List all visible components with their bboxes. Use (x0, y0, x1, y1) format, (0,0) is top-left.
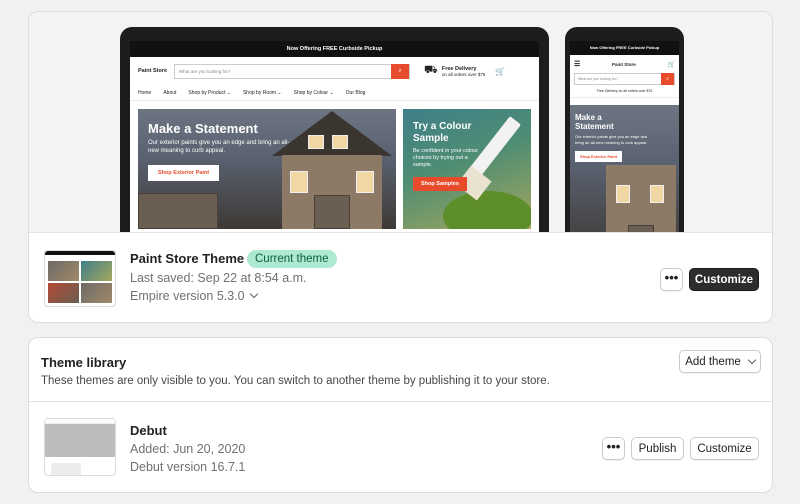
hero-main-body: Our exterior paints give you an edge and… (148, 140, 290, 154)
theme-library-description: These themes are only visible to you. Yo… (41, 375, 550, 387)
current-theme-version: Empire version 5.3.0 (130, 289, 245, 303)
add-theme-button[interactable]: Add theme (679, 350, 761, 373)
store-search-placeholder: What are you looking for? (179, 68, 231, 74)
library-theme-added: Added: Jun 20, 2020 (130, 442, 246, 456)
current-theme-badge: Current theme (247, 250, 337, 268)
mobile-search-icon: ⌕ (661, 73, 674, 85)
mobile-preview-frame: Now Offering FREE Curbside Pickup ☰ Pain… (565, 27, 684, 232)
hero-row: Make a Statement Our exterior paints giv… (138, 109, 531, 229)
hero-side-body: Be confident in your colour choices by t… (413, 148, 479, 169)
library-theme-customize-button[interactable]: Customize (690, 437, 759, 460)
chevron-down-icon (747, 355, 757, 364)
current-theme-name: Paint Store Theme 4 (130, 251, 255, 266)
nav-item-home: Home (138, 89, 152, 96)
nav-item-shop-by-room: Shop by Room ⌄ (242, 89, 282, 96)
cart-icon: 🛒 (495, 66, 506, 76)
debut-theme-thumbnail (44, 418, 116, 476)
mobile-hero-title: Make a Statement (575, 113, 614, 132)
nav-item-our-blog: Our Blog (345, 89, 366, 96)
desktop-preview-screen: Now Offering FREE Curbside Pickup Paint … (130, 41, 539, 232)
current-theme-more-button[interactable]: ••• (660, 268, 683, 291)
hero-side-button: Shop Samples (413, 177, 467, 192)
store-header: Paint Store What are you looking for? ⌕ … (130, 57, 539, 85)
current-theme-card: Now Offering FREE Curbside Pickup Paint … (28, 11, 773, 323)
mobile-store-search: What are you looking for? ⌕ (574, 73, 675, 85)
hero-side-banner: Try a Colour Sample Be confident in your… (403, 109, 531, 229)
mobile-preview-screen: Now Offering FREE Curbside Pickup ☰ Pain… (570, 41, 679, 232)
nav-item-about: About (163, 89, 177, 96)
mobile-hero-body: Our exterior paints give you an edge and… (575, 134, 648, 145)
more-actions-icon: ••• (664, 270, 679, 285)
store-nav: Home About Shop by Product ⌄ Shop by Roo… (130, 85, 539, 101)
library-theme-row: Debut Added: Jun 20, 2020 Debut version … (29, 402, 772, 492)
store-search: What are you looking for? ⌕ (174, 63, 410, 79)
garage-illustration (138, 193, 218, 229)
library-theme-publish-button[interactable]: Publish (631, 437, 684, 460)
add-theme-label: Add theme (685, 355, 741, 368)
mobile-delivery-info: Free Delivery on all orders over $75 (570, 85, 679, 98)
theme-library-header: Theme library These themes are only visi… (29, 338, 772, 402)
theme-library-title: Theme library (41, 355, 127, 370)
paint-can-illustration (443, 191, 531, 229)
mobile-announcement-bar: Now Offering FREE Curbside Pickup (570, 41, 679, 55)
delivery-sub: on all orders over $75 (441, 71, 486, 77)
theme-preview: Now Offering FREE Curbside Pickup Paint … (29, 12, 772, 233)
mobile-cart-icon: 🛒 (667, 61, 675, 68)
current-theme-version-toggle[interactable]: Empire version 5.3.0 (130, 289, 258, 303)
mobile-store-logo: Paint Store (612, 61, 636, 67)
mobile-search-placeholder: What are you looking for? (578, 77, 618, 81)
store-logo: Paint Store (138, 68, 168, 74)
search-icon: ⌕ (391, 63, 409, 79)
desktop-preview-frame: Now Offering FREE Curbside Pickup Paint … (120, 27, 549, 232)
mobile-hero-button: Shop Exterior Paint (575, 150, 623, 162)
hero-main-banner: Make a Statement Our exterior paints giv… (138, 109, 396, 229)
hamburger-icon: ☰ (574, 61, 581, 68)
more-actions-icon: ••• (606, 439, 621, 454)
mobile-hero-banner: Make a Statement Our exterior paints giv… (570, 105, 679, 232)
library-theme-name: Debut (130, 423, 167, 438)
hero-main-title: Make a Statement (148, 121, 258, 136)
theme-library-card: Theme library These themes are only visi… (28, 337, 773, 493)
hero-side-title: Try a Colour Sample (413, 121, 472, 144)
nav-item-shop-by-colour: Shop by Colour ⌄ (293, 89, 334, 96)
current-theme-thumbnail (44, 250, 116, 307)
nav-item-shop-by-product: Shop by Product ⌄ (188, 89, 231, 96)
library-theme-more-button[interactable]: ••• (602, 437, 625, 460)
announcement-bar: Now Offering FREE Curbside Pickup (130, 41, 539, 57)
library-theme-version: Debut version 16.7.1 (130, 460, 246, 474)
delivery-info: ⛟ Free Delivery on all orders over $75 (424, 64, 485, 78)
current-theme-customize-button[interactable]: Customize (689, 268, 759, 291)
current-theme-last-saved: Last saved: Sep 22 at 8:54 a.m. (130, 271, 307, 285)
hero-main-button: Shop Exterior Paint (148, 164, 220, 181)
mobile-store-header: ☰ Paint Store 🛒 (570, 55, 679, 73)
chevron-down-icon (249, 289, 258, 299)
current-theme-row: Paint Store Theme 4 Current theme Last s… (29, 233, 772, 322)
truck-icon: ⛟ (424, 64, 438, 76)
